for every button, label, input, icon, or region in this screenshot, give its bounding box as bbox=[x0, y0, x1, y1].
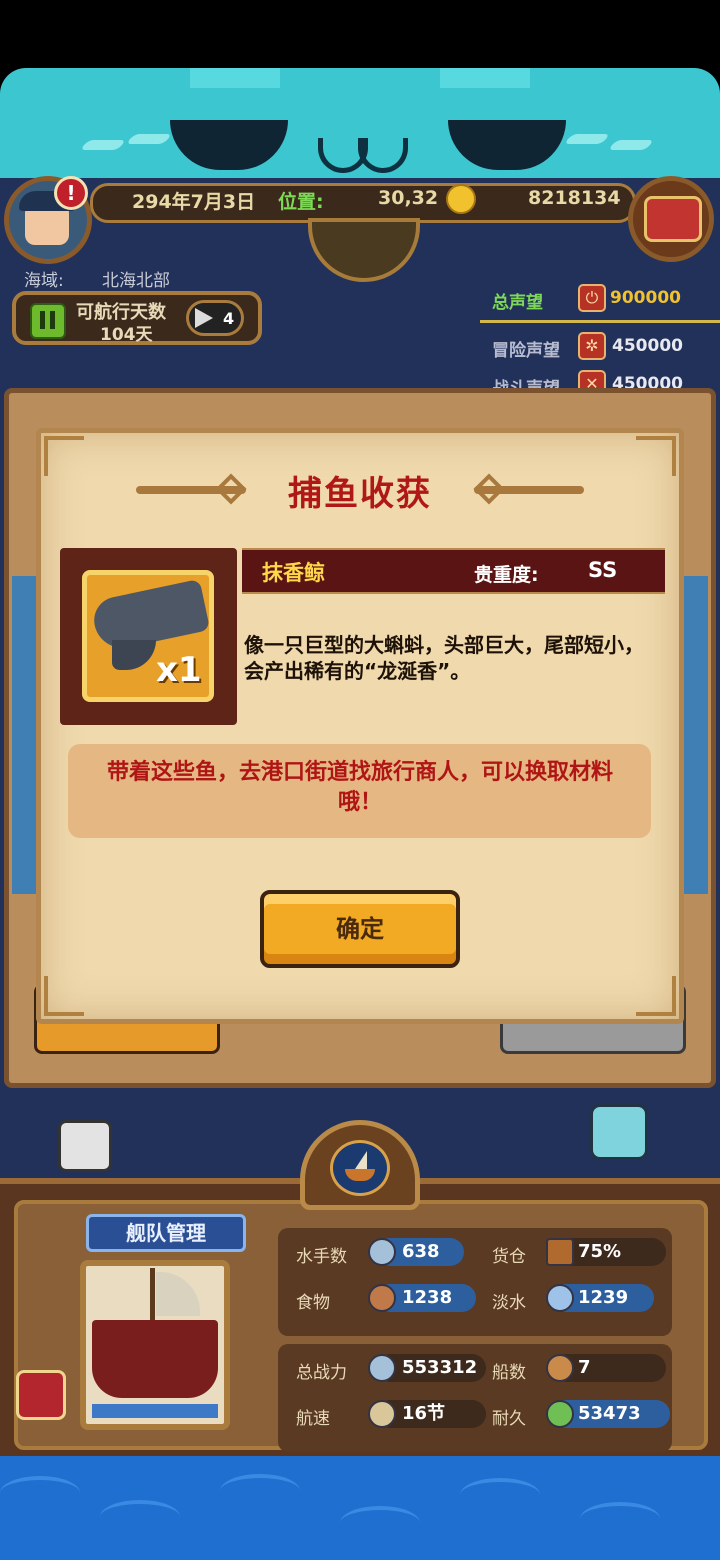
sailor-icon bbox=[368, 1238, 396, 1266]
wave bbox=[580, 1502, 660, 1536]
dialog-title: 捕鱼收获 bbox=[288, 474, 432, 514]
confirm-button[interactable]: 确定 bbox=[260, 890, 460, 968]
ship-count-badge[interactable]: 4 bbox=[186, 300, 244, 336]
cat-mouth bbox=[358, 138, 408, 173]
ship-mast bbox=[150, 1268, 155, 1328]
dialog-corner-ornament bbox=[636, 976, 676, 1016]
ship-sail-icon bbox=[355, 1151, 367, 1169]
cat-cheek-mark bbox=[125, 134, 173, 144]
sea-label: 海域: bbox=[24, 271, 64, 291]
sailors-label: 水手数 bbox=[296, 1247, 347, 1267]
ship-hull bbox=[92, 1320, 218, 1398]
wave bbox=[0, 1476, 80, 1510]
cargo-icon bbox=[546, 1238, 574, 1266]
sail-icon bbox=[195, 308, 213, 328]
cat-ear-left bbox=[190, 68, 280, 88]
cargo-label: 货仓 bbox=[492, 1247, 526, 1267]
quest-icon[interactable] bbox=[16, 1370, 66, 1420]
gold-value: 8218134 bbox=[528, 187, 621, 209]
rarity-label: 贵重度: bbox=[474, 564, 539, 586]
date-text: 294年7月3日 bbox=[132, 191, 256, 213]
total-power-label: 总战力 bbox=[296, 1363, 347, 1383]
total-reputation-label: 总声望 bbox=[492, 293, 543, 313]
item-quantity: x1 bbox=[156, 650, 202, 690]
durability-label: 耐久 bbox=[492, 1409, 526, 1429]
alert-icon[interactable]: ! bbox=[54, 176, 88, 210]
notice-text: 带着这些鱼，去港口街道找旅行商人，可以换取材料哦！ bbox=[106, 760, 613, 815]
cat-mascot bbox=[590, 1104, 648, 1160]
cat-eye-right bbox=[448, 120, 566, 170]
sea-name: 北海北部 bbox=[102, 271, 170, 291]
reputation-icon: ⏻ bbox=[578, 284, 606, 312]
sail-speed-icon bbox=[368, 1400, 396, 1428]
adventure-icon: ✲ bbox=[578, 332, 606, 360]
item-name: 抹香鲸 bbox=[262, 561, 325, 585]
cat-cheek-mark bbox=[607, 140, 655, 150]
ship-emblem-icon[interactable] bbox=[330, 1140, 390, 1196]
wave bbox=[460, 1478, 540, 1512]
power-icon bbox=[368, 1354, 396, 1382]
position-value: 30,32 bbox=[378, 187, 439, 209]
ship-icon bbox=[546, 1354, 574, 1382]
food-label: 食物 bbox=[296, 1293, 330, 1313]
reputation-divider bbox=[480, 320, 720, 323]
sail-days-value: 104天 bbox=[100, 325, 153, 345]
bottom-sea bbox=[0, 1456, 720, 1560]
adventure-reputation-label: 冒险声望 bbox=[492, 341, 560, 361]
pause-bar bbox=[50, 311, 55, 329]
ship-count: 4 bbox=[223, 309, 235, 328]
ship-count-label: 船数 bbox=[492, 1363, 526, 1383]
wave bbox=[340, 1506, 420, 1540]
position-label: 位置: bbox=[278, 191, 324, 213]
wave bbox=[100, 1500, 180, 1534]
item-description: 像一只巨型的大蝌蚪，头部巨大，尾部短小，会产出稀有的“龙涎香”。 bbox=[244, 633, 644, 683]
wave bbox=[220, 1474, 300, 1508]
speed-label: 航速 bbox=[296, 1409, 330, 1429]
adventure-reputation-value: 450000 bbox=[612, 336, 683, 356]
ship-water bbox=[92, 1404, 218, 1418]
pause-button[interactable] bbox=[30, 303, 66, 339]
dialog-corner-ornament bbox=[44, 976, 84, 1016]
total-reputation-value: 900000 bbox=[610, 288, 681, 308]
cat-cheek-mark bbox=[563, 134, 611, 144]
treasure-chest-icon bbox=[644, 196, 702, 242]
cat-ear-right bbox=[440, 68, 530, 88]
water-jug-icon bbox=[546, 1284, 574, 1312]
cat-cheek-mark bbox=[79, 140, 127, 150]
durability-icon bbox=[546, 1400, 574, 1428]
rarity-value: SS bbox=[588, 558, 618, 582]
meat-icon bbox=[368, 1284, 396, 1312]
fleet-management-title[interactable]: 舰队管理 bbox=[86, 1214, 246, 1252]
robot-mascot bbox=[58, 1120, 112, 1172]
cat-eye-left bbox=[170, 120, 288, 170]
ship-hull-icon bbox=[345, 1169, 375, 1181]
cat-banner bbox=[0, 68, 720, 178]
pause-bar bbox=[40, 311, 45, 329]
gold-coin-icon bbox=[446, 184, 476, 214]
water-label: 淡水 bbox=[492, 1293, 526, 1313]
